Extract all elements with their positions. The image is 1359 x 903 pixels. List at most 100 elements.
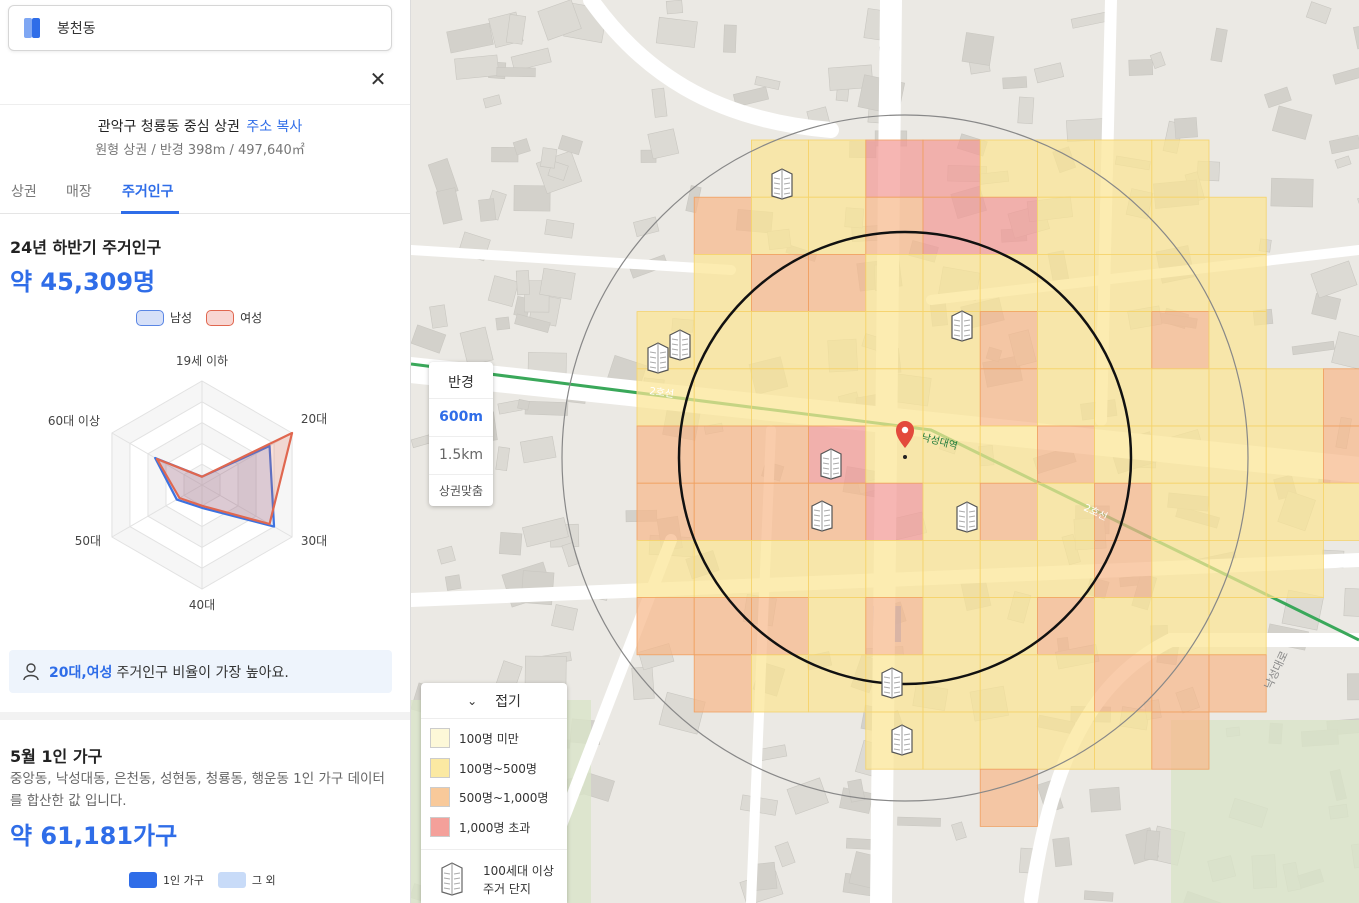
population-cell xyxy=(1323,425,1359,484)
population-cell xyxy=(1151,425,1210,484)
household-total: 약 61,181가구 xyxy=(10,822,178,850)
population-cell xyxy=(693,311,752,370)
population-cell xyxy=(1037,368,1096,427)
map-building xyxy=(1052,837,1073,867)
map-building xyxy=(539,267,576,300)
population-cell xyxy=(750,654,809,713)
map-building xyxy=(647,128,680,160)
population-cell xyxy=(808,368,867,427)
map-building xyxy=(1311,293,1342,320)
population-cell xyxy=(979,711,1038,770)
radar-axis-label: 40대 xyxy=(189,598,215,612)
apartment-building-icon[interactable] xyxy=(891,724,913,756)
population-cell xyxy=(1323,368,1359,427)
population-cell xyxy=(865,139,924,198)
population-cell xyxy=(693,425,752,484)
population-cell xyxy=(636,540,695,599)
legend-toggle-label: 접기 xyxy=(495,693,521,710)
population-cell xyxy=(750,311,809,370)
apartment-building-icon[interactable] xyxy=(951,310,973,342)
map-building xyxy=(1144,829,1161,861)
age-radar-chart: 19세 이하 20대 30대 40대 50대 60대 이상 xyxy=(48,354,327,612)
map-building xyxy=(505,14,527,45)
radius-option-1-5km[interactable]: 1.5km xyxy=(429,447,493,463)
map-building xyxy=(540,147,558,169)
apartment-building-icon[interactable] xyxy=(669,329,691,361)
population-total: 약 45,309명 xyxy=(10,268,156,296)
legend-swatch xyxy=(430,787,450,807)
map-building xyxy=(524,400,569,416)
person-icon xyxy=(23,662,39,680)
radius-fit-button[interactable]: 상권맞춤 xyxy=(429,482,493,499)
population-cell xyxy=(1208,654,1267,713)
population-cell xyxy=(1208,253,1267,312)
map-building xyxy=(1331,331,1359,371)
population-cell xyxy=(750,425,809,484)
household-title: 5월 1인 가구 xyxy=(10,747,103,766)
population-cell xyxy=(808,311,867,370)
copy-address-link[interactable]: 주소 복사 xyxy=(246,119,302,135)
population-cell xyxy=(922,139,981,198)
map-building xyxy=(495,316,511,331)
population-cell xyxy=(750,196,809,255)
population-cell xyxy=(1265,368,1324,427)
section-separator xyxy=(0,712,410,720)
divider xyxy=(429,436,493,437)
tab-district[interactable]: 상권 xyxy=(11,181,37,201)
map-building xyxy=(961,32,995,66)
map-building xyxy=(1346,673,1359,701)
map-building xyxy=(1066,118,1107,143)
population-cell xyxy=(1094,139,1153,198)
apartment-building-icon[interactable] xyxy=(771,168,793,200)
legend-toggle-button[interactable]: ⌄ 접기 xyxy=(421,683,567,719)
tab-residents[interactable]: 주거인구 xyxy=(122,181,174,201)
single-label: 1인 가구 xyxy=(163,874,204,887)
legend-building-line2: 주거 단지 xyxy=(483,882,531,896)
insight-text: 주거인구 비율이 가장 높아요. xyxy=(116,664,289,681)
road xyxy=(411,245,736,275)
active-tab-indicator xyxy=(121,211,179,214)
map-building xyxy=(655,16,698,48)
population-cell xyxy=(1265,482,1324,541)
map-building xyxy=(515,270,530,296)
map-building xyxy=(1305,1,1332,25)
apartment-building-icon[interactable] xyxy=(811,500,833,532)
population-cell xyxy=(1094,253,1153,312)
population-cell xyxy=(1208,425,1267,484)
legend-label: 500명~1,000명 xyxy=(459,790,549,805)
map-building xyxy=(478,198,497,222)
map-building xyxy=(513,185,551,212)
close-icon[interactable]: ✕ xyxy=(367,68,389,90)
radius-option-600m[interactable]: 600m xyxy=(429,409,493,425)
app-logo-icon xyxy=(23,17,43,39)
map-building xyxy=(897,816,941,827)
apartment-building-icon xyxy=(441,862,463,896)
legend-label: 100명~500명 xyxy=(459,761,537,776)
tab-stores[interactable]: 매장 xyxy=(66,181,92,201)
map-building xyxy=(454,54,500,80)
search-box[interactable]: 봉천동 xyxy=(8,5,392,51)
map-building xyxy=(495,446,511,472)
apartment-building-icon[interactable] xyxy=(647,342,669,374)
map-building xyxy=(435,187,463,225)
apartment-building-icon[interactable] xyxy=(881,667,903,699)
insight-box: 20대,여성 주거인구 비율이 가장 높아요. xyxy=(9,650,392,693)
population-cell xyxy=(1151,368,1210,427)
area-title: 관악구 청룡동 중심 상권 주소 복사 xyxy=(0,116,400,136)
apartment-building-icon[interactable] xyxy=(956,501,978,533)
map-building xyxy=(951,821,967,841)
legend-row: 1,000명 초과 xyxy=(430,817,530,837)
map-building xyxy=(1332,64,1359,85)
population-cell xyxy=(865,196,924,255)
map-view[interactable]: 2호선 2호선 낙성대역 낙성대로 반경 600m 1.5km 상권맞춤 ⌄ 접… xyxy=(411,0,1359,903)
population-cell xyxy=(865,253,924,312)
area-subtitle: 원형 상권 / 반경 398m / 497,640㎡ xyxy=(95,143,305,158)
map-building xyxy=(1343,587,1359,618)
search-query[interactable]: 봉천동 xyxy=(57,18,96,38)
map-building xyxy=(1128,59,1154,76)
population-cell xyxy=(1037,540,1096,599)
apartment-building-icon[interactable] xyxy=(820,448,842,480)
map-building xyxy=(631,666,655,700)
male-label: 남성 xyxy=(170,311,193,325)
population-cell xyxy=(979,654,1038,713)
